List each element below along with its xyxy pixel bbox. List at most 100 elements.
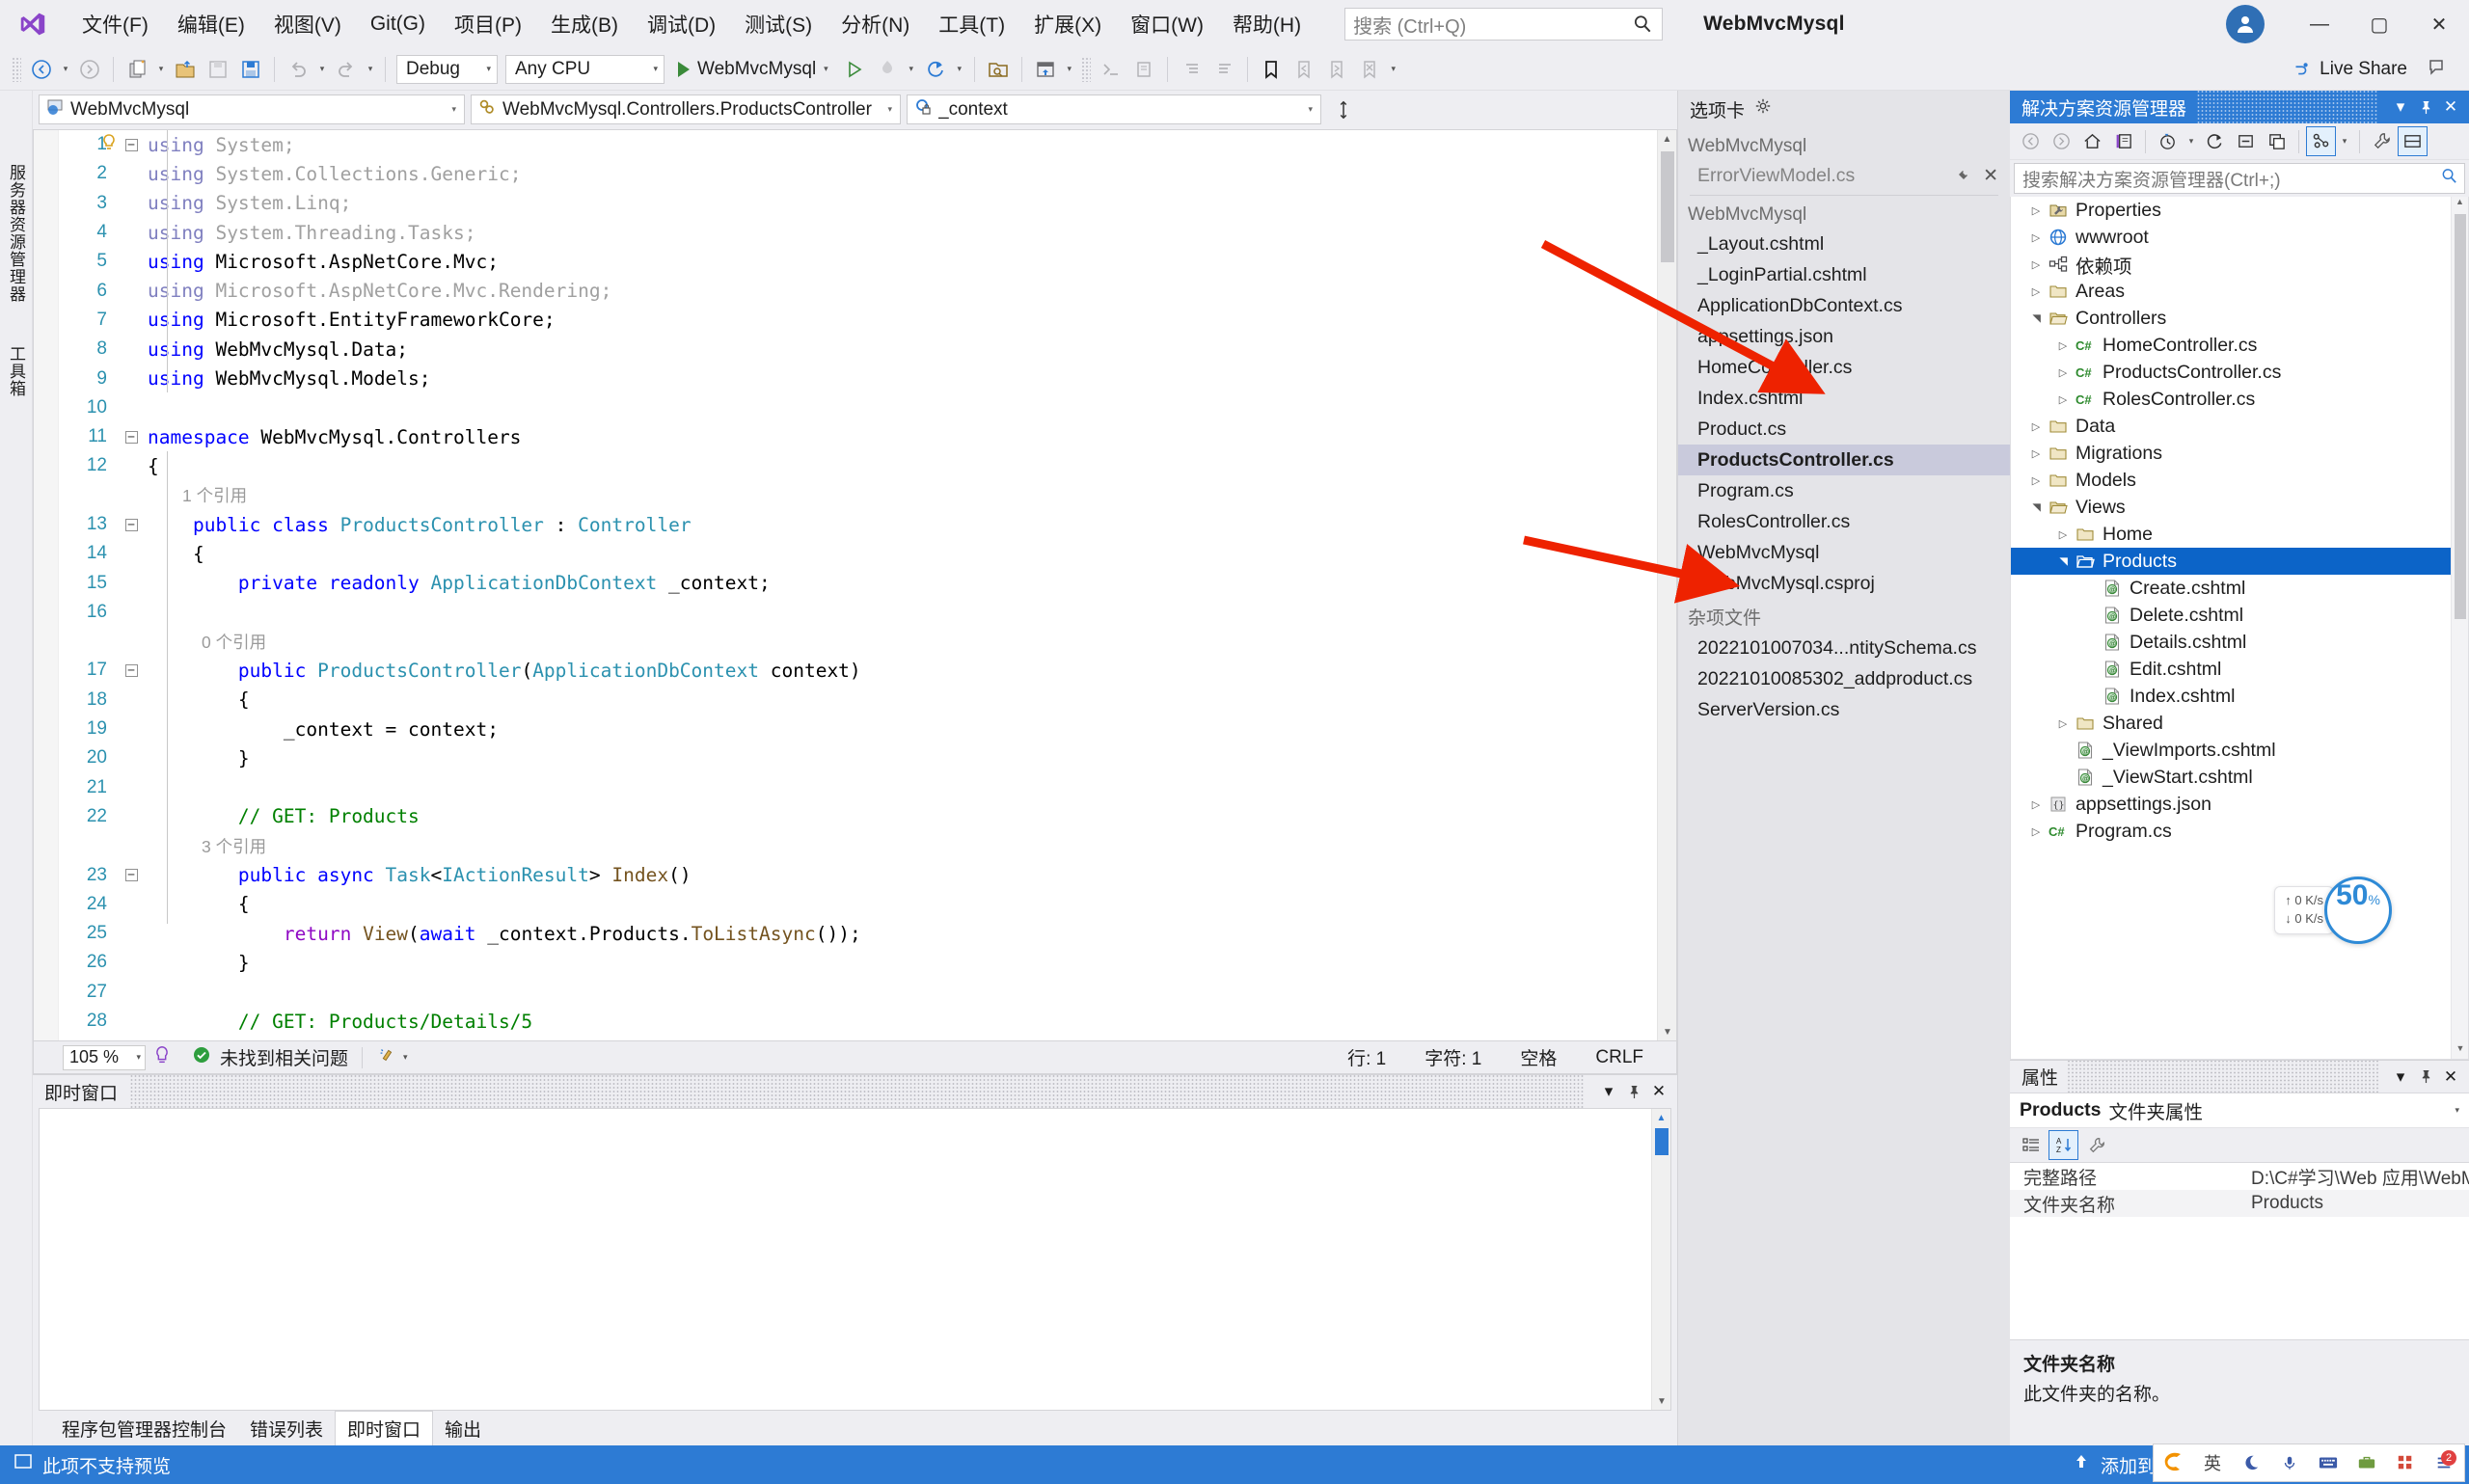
- scrollbar-thumb[interactable]: [1655, 1128, 1669, 1155]
- close-icon[interactable]: ✕: [1983, 165, 1998, 187]
- code-reference-lens[interactable]: 1 个引用: [59, 481, 1657, 510]
- grid-icon[interactable]: [2391, 1448, 2420, 1477]
- chevron-collapsed-icon[interactable]: ▷: [2026, 258, 2046, 271]
- uncomment-icon[interactable]: [1127, 53, 1160, 86]
- menu-file[interactable]: 文件(F): [68, 5, 163, 43]
- collapse-all-icon[interactable]: [2231, 126, 2261, 156]
- forward-icon[interactable]: [73, 53, 106, 86]
- properties-grid[interactable]: 完整路径D:\C#学习\Web 应用\WebMvcMysql\WebMv文件夹名…: [2010, 1163, 2469, 1339]
- chevron-collapsed-icon[interactable]: ▷: [2026, 447, 2046, 460]
- code-line[interactable]: 14 {: [59, 539, 1657, 568]
- undo-icon[interactable]: [282, 53, 314, 86]
- back-icon[interactable]: [25, 53, 58, 86]
- tab-package-manager-console[interactable]: 程序包管理器控制台: [50, 1412, 238, 1445]
- save-all-icon[interactable]: [234, 53, 267, 86]
- fold-toggle-icon[interactable]: −: [119, 139, 144, 151]
- project-dropdown[interactable]: WebMvcMysql ▾: [39, 94, 465, 124]
- tree-node-create-cshtml[interactable]: @Create.cshtml: [2011, 575, 2451, 602]
- tab-item[interactable]: ServerVersion.cs: [1678, 694, 2010, 725]
- moon-icon[interactable]: [2237, 1448, 2266, 1477]
- tree-node-home[interactable]: ▷Home: [2011, 521, 2451, 548]
- tab-item[interactable]: _LoginPartial.cshtml: [1678, 259, 2010, 290]
- undo-dropdown-icon[interactable]: ▾: [314, 64, 330, 74]
- chevron-collapsed-icon[interactable]: ▷: [2026, 825, 2046, 838]
- pin-icon[interactable]: [2413, 94, 2438, 120]
- minimize-button[interactable]: —: [2290, 0, 2349, 48]
- member-dropdown[interactable]: _context ▾: [907, 94, 1321, 124]
- new-project-dropdown-icon[interactable]: ▾: [153, 64, 169, 74]
- start-debugging-button[interactable]: WebMvcMysql ▾: [668, 54, 838, 85]
- scroll-down-icon[interactable]: ▼: [2452, 1043, 2469, 1059]
- code-line[interactable]: 25 return View(await _context.Products.T…: [59, 919, 1657, 948]
- immediate-window-scrollbar[interactable]: ▲ ▼: [1651, 1109, 1670, 1410]
- tree-node--[interactable]: ▷依赖项: [2011, 251, 2451, 278]
- redo-icon[interactable]: [330, 53, 363, 86]
- code-line[interactable]: 8using WebMvcMysql.Data;: [59, 335, 1657, 364]
- maximize-button[interactable]: ▢: [2349, 0, 2409, 48]
- chevron-collapsed-icon[interactable]: ▷: [2053, 717, 2073, 730]
- tree-node-areas[interactable]: ▷Areas: [2011, 278, 2451, 305]
- menu-tools[interactable]: 工具(T): [924, 5, 1019, 43]
- property-row[interactable]: 完整路径D:\C#学习\Web 应用\WebMvcMysql\WebMv: [2010, 1163, 2469, 1190]
- outdent-icon[interactable]: [1207, 53, 1240, 86]
- immediate-window-body[interactable]: ▲ ▼: [39, 1108, 1671, 1411]
- chevron-collapsed-icon[interactable]: ▷: [2053, 366, 2073, 379]
- sogou-logo-icon[interactable]: [2159, 1448, 2188, 1477]
- scrollbar-thumb[interactable]: [2455, 214, 2466, 619]
- property-value[interactable]: D:\C#学习\Web 应用\WebMvcMysql\WebMv: [2243, 1164, 2469, 1190]
- code-reference-lens[interactable]: 0 个引用: [59, 1036, 1657, 1040]
- code-line[interactable]: 24 {: [59, 890, 1657, 919]
- scroll-down-icon[interactable]: ▼: [1652, 1392, 1671, 1410]
- search-icon[interactable]: [2440, 167, 2458, 191]
- scroll-up-icon[interactable]: ▲: [1658, 130, 1676, 148]
- code-line[interactable]: 13− public class ProductsController : Co…: [59, 510, 1657, 539]
- mic-icon[interactable]: [2275, 1448, 2304, 1477]
- solution-explorer-search-input[interactable]: 搜索解决方案资源管理器(Ctrl+;): [2014, 163, 2465, 194]
- tree-vertical-scrollbar[interactable]: ▲ ▼: [2451, 197, 2468, 1059]
- tree-node-data[interactable]: ▷Data: [2011, 413, 2451, 440]
- tree-node-rolescontroller-cs[interactable]: ▷C#RolesController.cs: [2011, 386, 2451, 413]
- chevron-collapsed-icon[interactable]: ▷: [2026, 420, 2046, 433]
- code-line[interactable]: 5using Microsoft.AspNetCore.Mvc;: [59, 247, 1657, 276]
- global-search-input[interactable]: 搜索 (Ctrl+Q): [1344, 8, 1663, 40]
- alphabetical-icon[interactable]: AZ: [2048, 1130, 2078, 1160]
- menu-debug[interactable]: 调试(D): [633, 5, 730, 43]
- next-bookmark-icon[interactable]: [1320, 53, 1353, 86]
- menu-window[interactable]: 窗口(W): [1116, 5, 1218, 43]
- tree-node-controllers[interactable]: ◢Controllers: [2011, 305, 2451, 332]
- categorized-icon[interactable]: [2016, 1130, 2046, 1160]
- tab-error-list[interactable]: 错误列表: [238, 1412, 335, 1445]
- code-line[interactable]: 19 _context = context;: [59, 715, 1657, 743]
- solution-explorer-tree[interactable]: ▷Properties▷wwwroot▷依赖项▷Areas◢Controller…: [2010, 197, 2469, 1060]
- code-line[interactable]: 26 }: [59, 948, 1657, 977]
- pane-drag-dots[interactable]: [2068, 1061, 2378, 1093]
- show-all-files-icon[interactable]: [2262, 126, 2292, 156]
- tree-node-details-cshtml[interactable]: @Details.cshtml: [2011, 629, 2451, 656]
- chevron-collapsed-icon[interactable]: ▷: [2053, 339, 2073, 352]
- tree-node-homecontroller-cs[interactable]: ▷C#HomeController.cs: [2011, 332, 2451, 359]
- code-line[interactable]: 12{: [59, 451, 1657, 480]
- code-line[interactable]: 21: [59, 773, 1657, 802]
- tree-node-productscontroller-cs[interactable]: ▷C#ProductsController.cs: [2011, 359, 2451, 386]
- tab-item[interactable]: WebMvcMysql.csproj: [1678, 568, 2010, 599]
- chevron-collapsed-icon[interactable]: ▷: [2026, 474, 2046, 487]
- network-speed-widget[interactable]: ↑ 0 K/s ↓ 0 K/s 50%: [2274, 877, 2392, 944]
- toolbox-tab[interactable]: 工具箱: [2, 339, 30, 403]
- tree-node-appsettings-json[interactable]: ▷{}appsettings.json: [2011, 791, 2451, 818]
- code-line[interactable]: 2using System.Collections.Generic;: [59, 159, 1657, 188]
- code-line[interactable]: 7using Microsoft.EntityFrameworkCore;: [59, 306, 1657, 335]
- account-avatar[interactable]: [2226, 5, 2265, 43]
- editor-indicator-margin[interactable]: [34, 130, 59, 1040]
- property-row[interactable]: 文件夹名称Products: [2010, 1190, 2469, 1217]
- code-line[interactable]: 16: [59, 598, 1657, 627]
- code-reference-lens[interactable]: 3 个引用: [59, 831, 1657, 860]
- property-value[interactable]: Products: [2243, 1193, 2469, 1214]
- tab-item[interactable]: 2022101007034...ntitySchema.cs: [1678, 633, 2010, 663]
- scroll-up-icon[interactable]: ▲: [2452, 197, 2468, 212]
- window-layout-icon[interactable]: [1029, 53, 1062, 86]
- code-map-icon[interactable]: [2306, 126, 2336, 156]
- cpu-usage-circle[interactable]: 50%: [2324, 877, 2392, 944]
- chevron-expanded-icon[interactable]: ◢: [2030, 498, 2043, 517]
- code-line[interactable]: 28 // GET: Products/Details/5: [59, 1007, 1657, 1036]
- close-button[interactable]: ✕: [2409, 0, 2469, 48]
